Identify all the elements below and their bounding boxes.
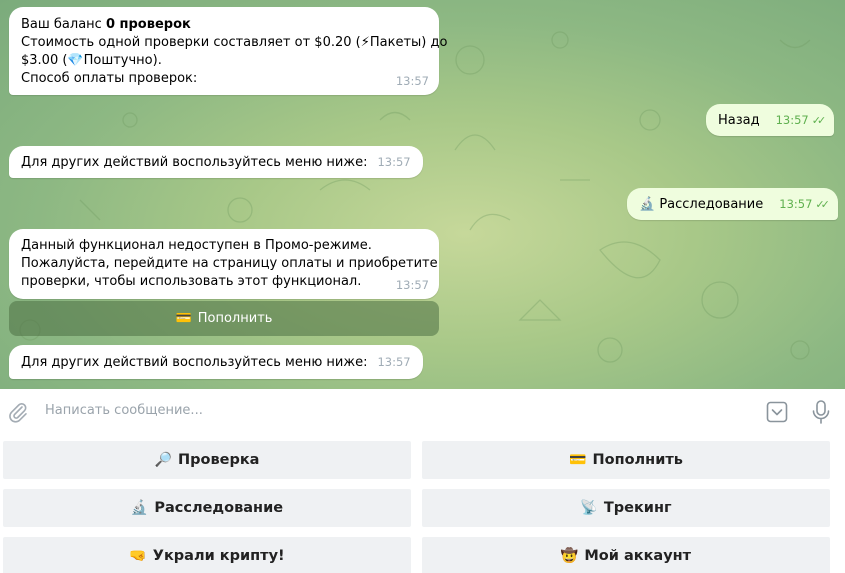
keyboard-button-check[interactable]: 🔎 Проверка	[3, 441, 411, 479]
menu-hint-message: Для других действий воспользуйтесь меню …	[9, 146, 423, 178]
chat-area: Ваш баланс 0 проверок Стоимость одной пр…	[0, 0, 845, 389]
reply-keyboard: 🔎 Проверка 💳 Пополнить 🔬 Расследование 📡 Тре…	[0, 435, 845, 573]
menu-hint-text: Для других действий воспользуйтесь меню …	[21, 355, 368, 370]
keyboard-button-topup[interactable]: 💳 Пополнить	[422, 441, 830, 479]
promo-unavailable-message: Данный функционал недоступен в Промо-реж…	[9, 229, 439, 299]
menu-hint-message: Для других действий воспользуйтесь меню …	[9, 345, 423, 379]
message-time: 13:57	[775, 113, 809, 127]
promo-line-1: Данный функционал недоступен в Промо-реж…	[21, 238, 372, 253]
promo-line-2: Пожалуйста, перейдите на страницу оплаты…	[21, 256, 438, 271]
magnifier-icon: 🔎	[154, 452, 172, 468]
message-input[interactable]: Написать сообщение...	[45, 403, 203, 418]
message-time: 13:57	[377, 155, 411, 169]
microscope-icon: 🔬	[130, 500, 149, 516]
keyboard-button-label: Расследование	[154, 500, 284, 516]
credit-card-icon: 💳	[175, 311, 192, 326]
keyboard-button-label: Трекинг	[603, 500, 672, 516]
inline-topup-label: Пополнить	[197, 311, 273, 326]
price-text-c: $3.00 (	[21, 53, 68, 68]
keyboard-button-stolen-crypto[interactable]: 🤜 Украли крипту!	[3, 537, 411, 573]
message-time: 13:57	[779, 197, 813, 211]
credit-card-icon: 💳	[569, 452, 587, 468]
message-time: 13:57	[377, 355, 411, 369]
cowboy-face-icon: 🤠	[560, 548, 579, 564]
inline-topup-button[interactable]: 💳 Пополнить	[9, 301, 439, 336]
price-text-b: Пакеты) до	[369, 35, 448, 50]
read-ticks-icon: ✓✓	[815, 198, 830, 211]
lightning-icon: ⚡	[360, 35, 370, 50]
price-text-d: Поштучно).	[83, 53, 162, 68]
keyboard-button-investigation[interactable]: 🔬 Расследование	[3, 489, 411, 527]
microscope-icon: 🔬	[639, 197, 656, 212]
message-composer: Написать сообщение...	[0, 389, 845, 435]
read-ticks-icon: ✓✓	[811, 114, 827, 127]
message-time: 13:57	[395, 278, 429, 292]
keyboard-button-label: Мой аккаунт	[584, 548, 692, 564]
satellite-dish-icon: 📡	[580, 500, 598, 516]
menu-hint-text: Для других действий воспользуйтесь меню …	[21, 155, 368, 170]
balance-prefix: Ваш баланс	[21, 17, 106, 32]
outgoing-back-message: Назад 13:57 ✓✓	[706, 104, 835, 136]
keyboard-button-my-account[interactable]: 🤠 Мой аккаунт	[422, 537, 830, 573]
balance-count: 0 проверок	[105, 17, 191, 32]
payment-method-text: Способ оплаты проверок:	[21, 71, 198, 86]
balance-message: Ваш баланс 0 проверок Стоимость одной пр…	[9, 7, 447, 95]
keyboard-button-label: Проверка	[177, 452, 260, 468]
message-time: 13:57	[395, 74, 429, 88]
price-text-a: Стоимость одной проверки составляет от $…	[21, 35, 361, 50]
keyboard-button-label: Пополнить	[592, 452, 683, 468]
keyboard-button-tracking[interactable]: 📡 Трекинг	[422, 489, 830, 527]
fist-icon: 🤜	[129, 548, 147, 564]
outgoing-investigation-message: 🔬 Расследование 13:57 ✓✓	[627, 188, 838, 220]
promo-line-3: проверки, чтобы использовать этот функци…	[21, 274, 362, 289]
keyboard-toggle-icon[interactable]	[766, 401, 788, 427]
microphone-icon[interactable]	[811, 399, 831, 429]
keyboard-button-label: Украли крипту!	[152, 548, 285, 564]
gem-icon: 💎	[67, 53, 84, 68]
investigation-text: Расследование	[659, 197, 764, 212]
back-text: Назад	[718, 113, 760, 128]
paperclip-icon[interactable]	[8, 401, 28, 427]
